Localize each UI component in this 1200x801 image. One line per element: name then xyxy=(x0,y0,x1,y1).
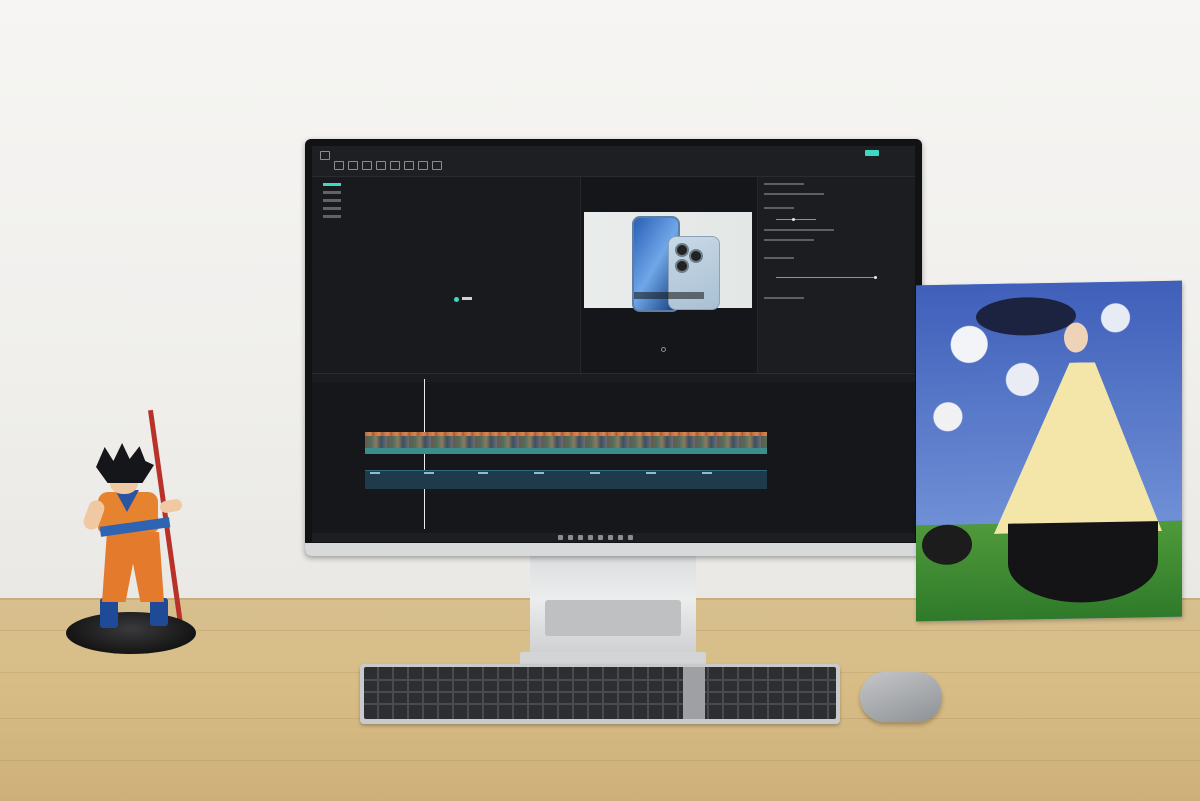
media-nav-item[interactable] xyxy=(323,207,341,210)
scale-slider-knob[interactable] xyxy=(792,218,795,221)
key-row-gap xyxy=(364,691,836,693)
audio-segment-label xyxy=(424,472,434,474)
video-clip-track[interactable] xyxy=(365,436,767,448)
store-icon[interactable] xyxy=(608,535,613,540)
wood-grain xyxy=(0,760,1200,761)
explorer-icon[interactable] xyxy=(588,535,593,540)
import-icon[interactable] xyxy=(454,297,459,302)
taskview-icon[interactable] xyxy=(578,535,583,540)
monitor-stand-cutout xyxy=(545,600,681,636)
menu-icon[interactable] xyxy=(320,151,330,160)
audio-segment-label xyxy=(478,472,488,474)
app-icon[interactable] xyxy=(618,535,623,540)
media-nav-item[interactable] xyxy=(323,191,341,194)
media-nav-item[interactable] xyxy=(323,183,341,186)
timeline-panel xyxy=(312,373,915,534)
editor-topbar xyxy=(312,146,915,177)
video-caption xyxy=(634,292,704,299)
key-row-gap xyxy=(364,703,836,705)
camera-lens xyxy=(675,259,689,273)
start-icon[interactable] xyxy=(558,535,563,540)
sticker-tool-icon[interactable] xyxy=(376,161,386,170)
os-taskbar xyxy=(312,533,915,542)
inspector-section-title xyxy=(764,207,794,209)
figure-base xyxy=(66,612,196,654)
audio-tool-icon[interactable] xyxy=(348,161,358,170)
text-tool-icon[interactable] xyxy=(362,161,372,170)
audio-segment-label xyxy=(370,472,380,474)
position-fields[interactable] xyxy=(764,229,834,231)
transition-tool-icon[interactable] xyxy=(404,161,414,170)
rotation-fields[interactable] xyxy=(764,239,814,241)
opacity-slider-knob[interactable] xyxy=(874,276,877,279)
timeline-toolbar xyxy=(312,374,915,382)
figure-boot xyxy=(150,598,168,626)
inspector-subtabs[interactable] xyxy=(764,193,824,195)
monitor-screen xyxy=(312,146,915,542)
inspector-panel xyxy=(757,177,915,373)
export-button[interactable] xyxy=(865,150,879,156)
play-icon[interactable] xyxy=(661,347,666,352)
import-label[interactable] xyxy=(462,297,472,300)
keyboard-nav-cluster xyxy=(683,667,705,719)
preview-panel xyxy=(580,177,757,373)
media-nav-item[interactable] xyxy=(323,215,341,218)
opacity-slider[interactable] xyxy=(776,277,876,278)
keyboard-keys xyxy=(364,667,836,719)
camera-lens xyxy=(675,243,689,257)
media-panel xyxy=(312,177,580,373)
key-row-gap xyxy=(364,679,836,681)
preview-frame xyxy=(584,212,752,312)
figure-boot xyxy=(100,598,118,628)
audio-segment-label xyxy=(702,472,712,474)
inspector-tabs[interactable] xyxy=(764,183,804,185)
audio-segment-label xyxy=(534,472,544,474)
bg-section-title xyxy=(764,297,804,299)
scale-slider[interactable] xyxy=(776,219,816,220)
playhead[interactable] xyxy=(424,379,425,529)
mouse xyxy=(860,672,942,722)
monitor-chin xyxy=(305,543,922,556)
clip-footer xyxy=(365,448,767,454)
filter-tool-icon[interactable] xyxy=(418,161,428,170)
effects-tool-icon[interactable] xyxy=(390,161,400,170)
painting xyxy=(916,280,1182,622)
blend-section-title xyxy=(764,257,794,259)
search-icon[interactable] xyxy=(568,535,573,540)
camera-lens xyxy=(689,249,703,263)
app-icon[interactable] xyxy=(628,535,633,540)
audio-segment-label xyxy=(646,472,656,474)
browser-icon[interactable] xyxy=(598,535,603,540)
media-tool-icon[interactable] xyxy=(334,161,344,170)
audio-segment-label xyxy=(590,472,600,474)
media-nav-item[interactable] xyxy=(323,199,341,202)
adjust-tool-icon[interactable] xyxy=(432,161,442,170)
